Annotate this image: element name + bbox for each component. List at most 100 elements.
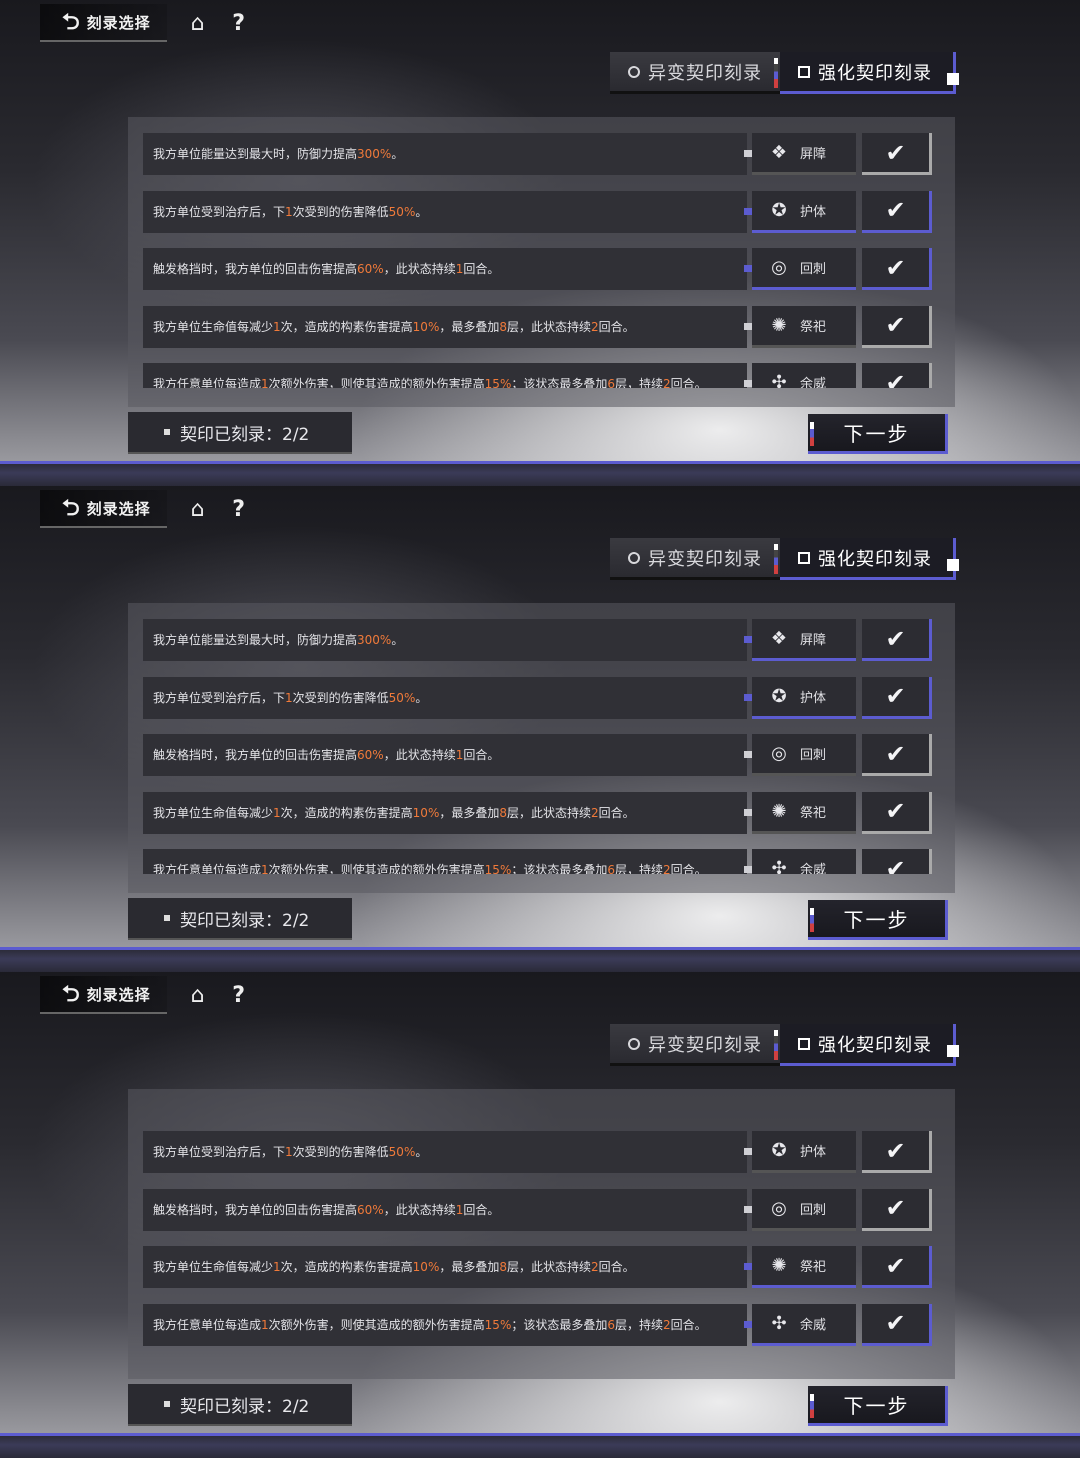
highlight-value: 6 (607, 1317, 615, 1332)
home-icon[interactable]: ⌂ (183, 11, 213, 36)
highlight-value: 50% (388, 690, 416, 705)
description-text: 我方单位受到治疗后，下 (153, 690, 286, 705)
seal-list-viewport[interactable]: 我方单位能量达到最大时，防御力提高300%。 ❖ 屏障 ✔ 我方单位受到治疗后，下1次受… (128, 603, 955, 874)
back-button[interactable]: ⮌ 刻录选择 (40, 4, 167, 42)
engraved-count-label: 契印已刻录：2/2 (180, 424, 310, 445)
select-checkbox[interactable]: ✔ (862, 305, 932, 348)
tab-enhance-engraving[interactable]: 强化契印刻录 (774, 1024, 959, 1066)
circle-dot-icon (628, 1037, 640, 1050)
seal-tag: ❖ 屏障 (752, 133, 856, 175)
select-checkbox[interactable]: ✔ (862, 1131, 932, 1173)
seal-list-viewport[interactable]: 我方单位受到治疗后，下1次受到的伤害降低50%。 ✪ 护体 ✔ 触发格挡时，我方单位的回… (128, 1089, 955, 1360)
seal-row[interactable]: 我方任意单位每造成1次额外伤害，则使其造成的额外伤害提高15%；该状态最多叠加6… (143, 363, 933, 388)
description-text: 层，持续 (615, 1317, 664, 1332)
highlight-value: 300% (357, 633, 392, 647)
select-checkbox[interactable]: ✔ (862, 363, 932, 388)
select-checkbox[interactable]: ✔ (862, 190, 932, 233)
select-checkbox[interactable]: ✔ (862, 849, 932, 874)
next-step-button[interactable]: 下一步 (808, 900, 948, 940)
seal-name: 回刺 (800, 1202, 827, 1218)
description-text: 回合。 (670, 863, 707, 874)
tab-enhance-engraving[interactable]: 强化契印刻录 (774, 52, 959, 94)
seal-description: 我方单位能量达到最大时，防御力提高300%。 (143, 619, 747, 661)
description-text: 。 (415, 690, 428, 705)
back-button[interactable]: ⮌ 刻录选择 (40, 976, 167, 1014)
seal-description: 我方单位受到治疗后，下1次受到的伤害降低50%。 (143, 1131, 747, 1173)
seal-row[interactable]: 我方单位生命值每减少1次，造成的构素伤害提高10%，最多叠加8层，此状态持续2回… (143, 791, 933, 834)
highlight-value: 1 (273, 319, 281, 334)
select-checkbox[interactable]: ✔ (862, 676, 932, 719)
tab-mutation-engraving[interactable]: 异变契印刻录 (610, 52, 780, 94)
screen-panel: ⮌ 刻录选择 ⌂? 异变契印刻录 强化契印刻录 我方单位能量达到最大时，防御力提高300%… (0, 0, 1080, 486)
highlight-value: 8 (499, 805, 507, 820)
highlight-value: 2 (663, 863, 671, 874)
seal-row[interactable]: 我方单位受到治疗后，下1次受到的伤害降低50%。 ✪ 护体 ✔ (143, 190, 933, 233)
guard-icon: ✪ (771, 199, 787, 221)
highlight-value: 8 (499, 1260, 507, 1274)
engraved-count: 契印已刻录：2/2 (128, 412, 352, 454)
tab-enhance-engraving[interactable]: 强化契印刻录 (774, 538, 959, 580)
help-button[interactable]: ? (229, 983, 249, 1008)
seal-list: 我方单位受到治疗后，下1次受到的伤害降低50%。 ✪ 护体 ✔ 触发格挡时，我方单位的回… (128, 1089, 955, 1379)
select-checkbox[interactable]: ✔ (862, 1188, 932, 1231)
select-checkbox[interactable]: ✔ (862, 619, 932, 661)
select-checkbox[interactable]: ✔ (862, 734, 932, 776)
description-text: 次，造成的构素伤害提高 (280, 319, 413, 334)
description-text: 触发格挡时，我方单位的回击伤害提高 (153, 262, 358, 276)
seal-description: 我方任意单位每造成1次额外伤害，则使其造成的额外伤害提高15%；该状态最多叠加6… (143, 1303, 747, 1346)
seal-row[interactable]: 我方单位受到治疗后，下1次受到的伤害降低50%。 ✪ 护体 ✔ (143, 676, 933, 719)
seal-description: 我方单位生命值每减少1次，造成的构素伤害提高10%，最多叠加8层，此状态持续2回… (143, 305, 747, 348)
shield-wing-icon: ❖ (770, 628, 788, 649)
seal-name: 余威 (800, 377, 827, 388)
select-checkbox[interactable]: ✔ (862, 248, 932, 290)
seal-list: 我方单位能量达到最大时，防御力提高300%。 ❖ 屏障 ✔ 我方单位受到治疗后，下1次受… (128, 603, 955, 893)
highlight-value: 6 (607, 863, 615, 874)
home-icon[interactable]: ⌂ (183, 983, 213, 1008)
top-bar: ⮌ 刻录选择 ⌂? (40, 490, 249, 528)
next-step-button[interactable]: 下一步 (808, 414, 948, 454)
description-text: ，最多叠加 (439, 1260, 500, 1274)
square-dot-icon (798, 551, 810, 564)
seal-row[interactable]: 触发格挡时，我方单位的回击伤害提高60%，此状态持续1回合。 ◎ 回刺 ✔ (143, 734, 933, 776)
select-checkbox[interactable]: ✔ (862, 791, 932, 834)
seal-name: 屏障 (800, 147, 827, 162)
help-button[interactable]: ? (229, 497, 249, 522)
next-step-button[interactable]: 下一步 (808, 1386, 948, 1426)
seal-row[interactable]: 我方任意单位每造成1次额外伤害，则使其造成的额外伤害提高15%；该状态最多叠加6… (143, 849, 933, 874)
seal-row[interactable]: 我方单位能量达到最大时，防御力提高300%。 ❖ 屏障 ✔ (143, 133, 933, 175)
home-icon[interactable]: ⌂ (183, 497, 213, 522)
description-text: 层，此状态持续 (507, 319, 592, 334)
seal-row[interactable]: 我方任意单位每造成1次额外伤害，则使其造成的额外伤害提高15%；该状态最多叠加6… (143, 1303, 933, 1346)
tab-bar: 异变契印刻录 强化契印刻录 (610, 1024, 959, 1066)
seal-row[interactable]: 触发格挡时，我方单位的回击伤害提高60%，此状态持续1回合。 ◎ 回刺 ✔ (143, 1188, 933, 1231)
seal-row[interactable]: 我方单位能量达到最大时，防御力提高300%。 ❖ 屏障 ✔ (143, 619, 933, 661)
highlight-value: 2 (591, 805, 599, 820)
help-button[interactable]: ? (229, 11, 249, 36)
checkmark-icon: ✔ (885, 854, 906, 875)
seal-row[interactable]: 我方单位生命值每减少1次，造成的构素伤害提高10%，最多叠加8层，此状态持续2回… (143, 305, 933, 348)
seal-list-viewport[interactable]: 我方单位能量达到最大时，防御力提高300%。 ❖ 屏障 ✔ 我方单位受到治疗后，下1次受… (128, 117, 955, 388)
seal-row[interactable]: 我方单位受到治疗后，下1次受到的伤害降低50%。 ✪ 护体 ✔ (143, 1131, 933, 1173)
tab-mutation-engraving[interactable]: 异变契印刻录 (610, 538, 780, 580)
seal-description: 我方单位生命值每减少1次，造成的构素伤害提高10%，最多叠加8层，此状态持续2回… (143, 1246, 747, 1288)
description-text: 回合。 (463, 262, 500, 276)
screen-panel: ⮌ 刻录选择 ⌂? 异变契印刻录 强化契印刻录我方单位受到治疗后，下1次受到的伤害降低5… (0, 972, 1080, 1458)
seal-row[interactable]: 我方单位生命值每减少1次，造成的构素伤害提高10%，最多叠加8层，此状态持续2回… (143, 1246, 933, 1288)
highlight-value: 15% (484, 377, 512, 388)
description-text: 次受到的伤害降低 (292, 690, 389, 705)
seal-row[interactable]: 触发格挡时，我方单位的回击伤害提高60%，此状态持续1回合。 ◎ 回刺 ✔ (143, 248, 933, 290)
description-text: 层，此状态持续 (507, 1260, 592, 1274)
select-checkbox[interactable]: ✔ (862, 133, 932, 175)
tab-mutation-engraving[interactable]: 异变契印刻录 (610, 1024, 780, 1066)
highlight-value: 8 (499, 319, 507, 334)
tab-label: 强化契印刻录 (818, 548, 932, 570)
select-checkbox[interactable]: ✔ (862, 1303, 932, 1346)
seal-description: 我方单位能量达到最大时，防御力提高300%。 (143, 133, 747, 175)
description-text: 次额外伤害，则使其造成的额外伤害提高 (268, 863, 485, 874)
description-text: 回合。 (670, 1317, 707, 1332)
select-checkbox[interactable]: ✔ (862, 1246, 932, 1288)
seal-name: 祭祀 (800, 319, 827, 335)
seal-description: 我方任意单位每造成1次额外伤害，则使其造成的额外伤害提高15%；该状态最多叠加6… (143, 849, 747, 874)
back-button[interactable]: ⮌ 刻录选择 (40, 490, 167, 528)
counter-icon: ◎ (771, 743, 787, 764)
